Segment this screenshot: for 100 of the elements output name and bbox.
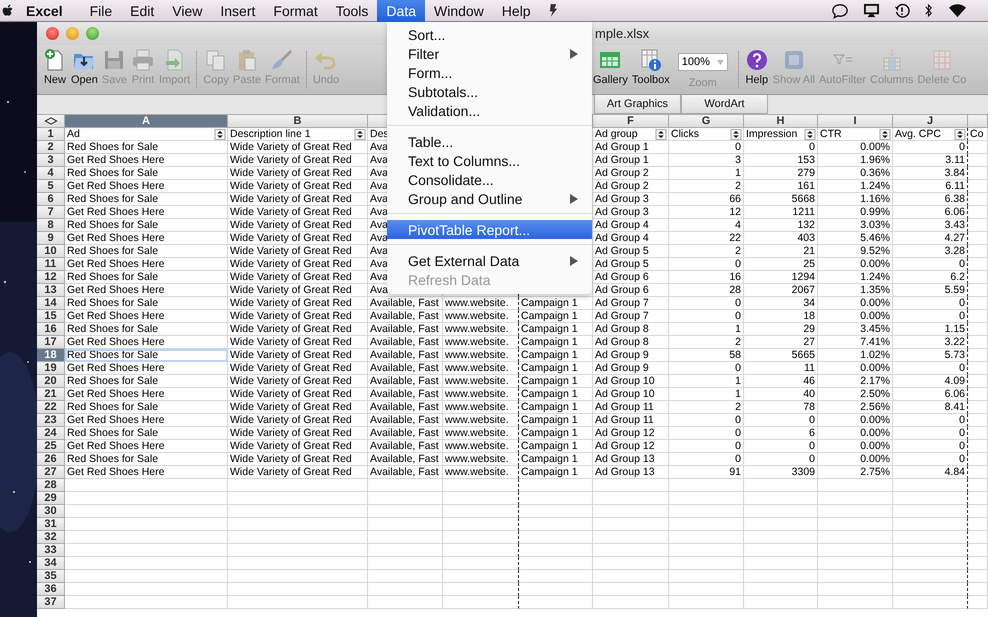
row-header[interactable]: 35 bbox=[37, 570, 65, 583]
row-header[interactable]: 19 bbox=[37, 362, 65, 375]
bluetooth-icon[interactable] bbox=[924, 3, 933, 18]
app-menu[interactable]: Excel bbox=[26, 2, 63, 18]
table-cell: 1.35% bbox=[818, 284, 893, 297]
table-cell: Get Red Shoes Here bbox=[65, 414, 228, 427]
row-header[interactable]: 22 bbox=[37, 401, 65, 414]
column-header[interactable]: F bbox=[593, 115, 669, 128]
row-header[interactable]: 24 bbox=[37, 427, 65, 440]
row-header[interactable]: 6 bbox=[37, 193, 65, 206]
row-header[interactable]: 32 bbox=[37, 531, 65, 544]
row-header[interactable]: 9 bbox=[37, 232, 65, 245]
menu-item[interactable]: Subtotals... bbox=[387, 82, 592, 101]
close-button[interactable] bbox=[46, 27, 59, 40]
table-cell: Get Red Shoes Here bbox=[65, 388, 228, 401]
table-cell: Ad Group 5 bbox=[593, 245, 669, 258]
row-header[interactable]: 36 bbox=[37, 583, 65, 596]
row-header[interactable]: 30 bbox=[37, 505, 65, 518]
toolbar-button[interactable]: New bbox=[41, 45, 69, 94]
row-header[interactable]: 17 bbox=[37, 336, 65, 349]
display-icon[interactable] bbox=[863, 3, 880, 18]
row-header[interactable]: 26 bbox=[37, 453, 65, 466]
table-cell: 6.2 bbox=[893, 271, 968, 284]
table-cell: 132 bbox=[744, 219, 818, 232]
table-cell: 1.02% bbox=[818, 349, 893, 362]
column-header[interactable]: H bbox=[744, 115, 818, 128]
row-header[interactable]: 13 bbox=[37, 284, 65, 297]
row-header[interactable]: 11 bbox=[37, 258, 65, 271]
row-header[interactable]: 1 bbox=[37, 128, 65, 141]
row-header[interactable]: 20 bbox=[37, 375, 65, 388]
row-header[interactable]: 4 bbox=[37, 167, 65, 180]
chat-bubble-icon[interactable] bbox=[831, 2, 849, 18]
menu-bar-item[interactable]: Tools bbox=[326, 0, 378, 22]
menu-item[interactable]: PivotTable Report... bbox=[387, 220, 592, 239]
filter-arrows-button[interactable] bbox=[730, 129, 742, 140]
clock-arrow-icon[interactable] bbox=[894, 2, 910, 18]
row-header[interactable]: 7 bbox=[37, 206, 65, 219]
row-header[interactable]: 28 bbox=[37, 479, 65, 492]
script-icon[interactable] bbox=[548, 3, 559, 18]
filter-arrows-button[interactable] bbox=[954, 129, 966, 140]
table-header-cell: Clicks bbox=[671, 128, 699, 140]
table-cell: Available, Fast bbox=[368, 336, 443, 349]
menu-bar-item[interactable]: Format bbox=[264, 0, 327, 22]
menu-item[interactable]: Form... bbox=[387, 63, 592, 82]
column-header[interactable]: I bbox=[818, 115, 893, 128]
filter-arrows-button[interactable] bbox=[804, 129, 816, 140]
menu-bar-item[interactable]: View bbox=[163, 0, 212, 22]
row-header[interactable]: 23 bbox=[37, 414, 65, 427]
menu-bar-item[interactable]: Data bbox=[377, 0, 425, 22]
menu-bar-item[interactable]: Help bbox=[492, 0, 540, 22]
row-header[interactable]: 33 bbox=[37, 544, 65, 557]
filter-arrows-button[interactable] bbox=[655, 129, 667, 140]
row-header[interactable]: 10 bbox=[37, 245, 65, 258]
column-header[interactable]: B bbox=[228, 115, 368, 128]
row-header[interactable]: 21 bbox=[37, 388, 65, 401]
row-header[interactable]: 8 bbox=[37, 219, 65, 232]
column-header[interactable]: G bbox=[669, 115, 744, 128]
menu-bar-item[interactable]: Edit bbox=[121, 0, 164, 22]
row-header[interactable]: 31 bbox=[37, 518, 65, 531]
active-cell[interactable]: Red Shoes for Sale bbox=[65, 349, 228, 362]
toolbar-button[interactable]: Open bbox=[69, 45, 100, 94]
row-header[interactable]: 2 bbox=[37, 141, 65, 154]
row-header[interactable]: 12 bbox=[37, 271, 65, 284]
filter-arrows-button[interactable] bbox=[214, 129, 226, 140]
filter-arrows-button[interactable] bbox=[354, 129, 366, 140]
table-header-cell: Description line 1 bbox=[230, 128, 311, 140]
row-header[interactable]: 29 bbox=[37, 492, 65, 505]
table-cell: Wide Variety of Great Red bbox=[228, 219, 368, 232]
menu-item[interactable]: Sort... bbox=[387, 25, 592, 44]
table-cell: 29 bbox=[744, 323, 818, 336]
row-header[interactable]: 37 bbox=[37, 596, 65, 609]
select-all-icon[interactable] bbox=[44, 117, 58, 125]
ribbon-tab[interactable]: WordArt bbox=[681, 95, 768, 114]
row-header[interactable]: 34 bbox=[37, 557, 65, 570]
column-header[interactable]: J bbox=[893, 115, 968, 128]
table-header-cell: Impression bbox=[746, 128, 798, 140]
toolbar-button[interactable]: Help bbox=[742, 45, 771, 94]
table-cell: Get Red Shoes Here bbox=[65, 362, 228, 375]
row-header[interactable]: 3 bbox=[37, 154, 65, 167]
menu-bar-item[interactable]: Window bbox=[425, 0, 493, 22]
menu-bar-item[interactable]: Insert bbox=[211, 0, 264, 22]
menu-item[interactable]: Validation... bbox=[387, 101, 592, 120]
row-header[interactable]: 18 bbox=[37, 349, 65, 362]
row-header[interactable]: 15 bbox=[37, 310, 65, 323]
row-header[interactable]: 25 bbox=[37, 440, 65, 453]
table-cell: 279 bbox=[744, 167, 818, 180]
column-header[interactable]: A bbox=[65, 115, 228, 128]
menu-bar-item[interactable]: File bbox=[80, 0, 122, 22]
row-header[interactable]: 16 bbox=[37, 323, 65, 336]
toolbar-button[interactable]: Toolbox bbox=[630, 45, 672, 94]
row-header[interactable]: 5 bbox=[37, 180, 65, 193]
filter-arrows-button[interactable] bbox=[879, 129, 891, 140]
row-header[interactable]: 27 bbox=[37, 466, 65, 479]
table-cell: Campaign 1 bbox=[519, 362, 593, 375]
row-header[interactable]: 14 bbox=[37, 297, 65, 310]
table-cell: 28 bbox=[669, 284, 744, 297]
ribbon-tab[interactable]: Art Graphics bbox=[594, 95, 681, 114]
apple-icon[interactable] bbox=[2, 4, 14, 18]
wifi-icon[interactable] bbox=[947, 3, 968, 18]
menu-item[interactable]: Filter bbox=[387, 44, 592, 63]
